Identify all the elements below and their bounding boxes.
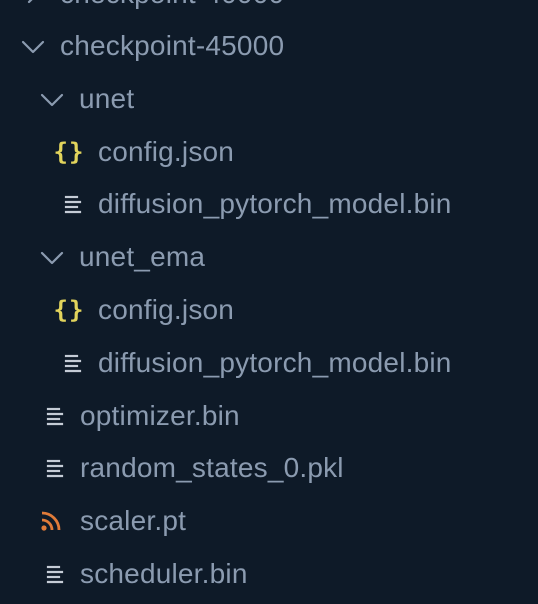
tree-item-scheduler-bin[interactable]: scheduler.bin: [0, 548, 538, 600]
json-braces-icon: {}: [53, 138, 85, 166]
chevron-down-icon[interactable]: [37, 242, 67, 272]
tree-item-label: diffusion_pytorch_model.bin: [98, 188, 452, 219]
chevron-down-icon[interactable]: [18, 31, 48, 61]
tree-item-config-json[interactable]: {} config.json: [0, 126, 538, 178]
tree-item-checkpoint-45000[interactable]: checkpoint-45000: [0, 20, 538, 72]
tree-item-label: scaler.pt: [80, 505, 187, 536]
tree-item-optimizer-bin[interactable]: optimizer.bin: [0, 390, 538, 442]
chevron-down-icon[interactable]: [37, 84, 67, 114]
tree-item-label: config.json: [98, 136, 235, 167]
tree-item-random-states-pkl[interactable]: random_states_0.pkl: [0, 442, 538, 494]
tree-item-label: checkpoint-40000: [60, 0, 284, 10]
tree-item-unet-ema[interactable]: unet_ema: [0, 231, 538, 283]
lines-file-icon: [58, 348, 88, 378]
lines-file-icon: [40, 401, 70, 431]
tree-item-label: diffusion_pytorch_model.bin: [98, 347, 452, 378]
tree-item-label: checkpoint-45000: [60, 30, 285, 61]
tree-item-label: random_states_0.pkl: [80, 452, 344, 483]
tree-item-config-json[interactable]: {} config.json: [0, 284, 538, 336]
lines-file-icon: [58, 189, 88, 219]
tree-item-diffusion-model-bin[interactable]: diffusion_pytorch_model.bin: [0, 178, 538, 230]
tree-item-scaler-pt[interactable]: scaler.pt: [0, 495, 538, 547]
tree-item-diffusion-model-bin[interactable]: diffusion_pytorch_model.bin: [0, 337, 538, 389]
chevron-right-icon[interactable]: [18, 0, 48, 9]
tree-item-checkpoint-40000[interactable]: checkpoint-40000: [0, 0, 538, 20]
tree-item-label: unet: [79, 83, 135, 114]
lines-file-icon: [40, 559, 70, 589]
file-explorer-tree: checkpoint-40000 checkpoint-45000 unet {…: [0, 0, 538, 604]
tree-item-label: unet_ema: [79, 241, 206, 272]
json-braces-icon: {}: [53, 296, 85, 324]
tree-item-label: scheduler.bin: [80, 558, 248, 589]
tree-item-label: optimizer.bin: [80, 400, 240, 431]
rss-icon: [36, 506, 66, 536]
lines-file-icon: [40, 453, 70, 483]
tree-item-unet[interactable]: unet: [0, 73, 538, 125]
tree-item-label: config.json: [98, 294, 235, 325]
